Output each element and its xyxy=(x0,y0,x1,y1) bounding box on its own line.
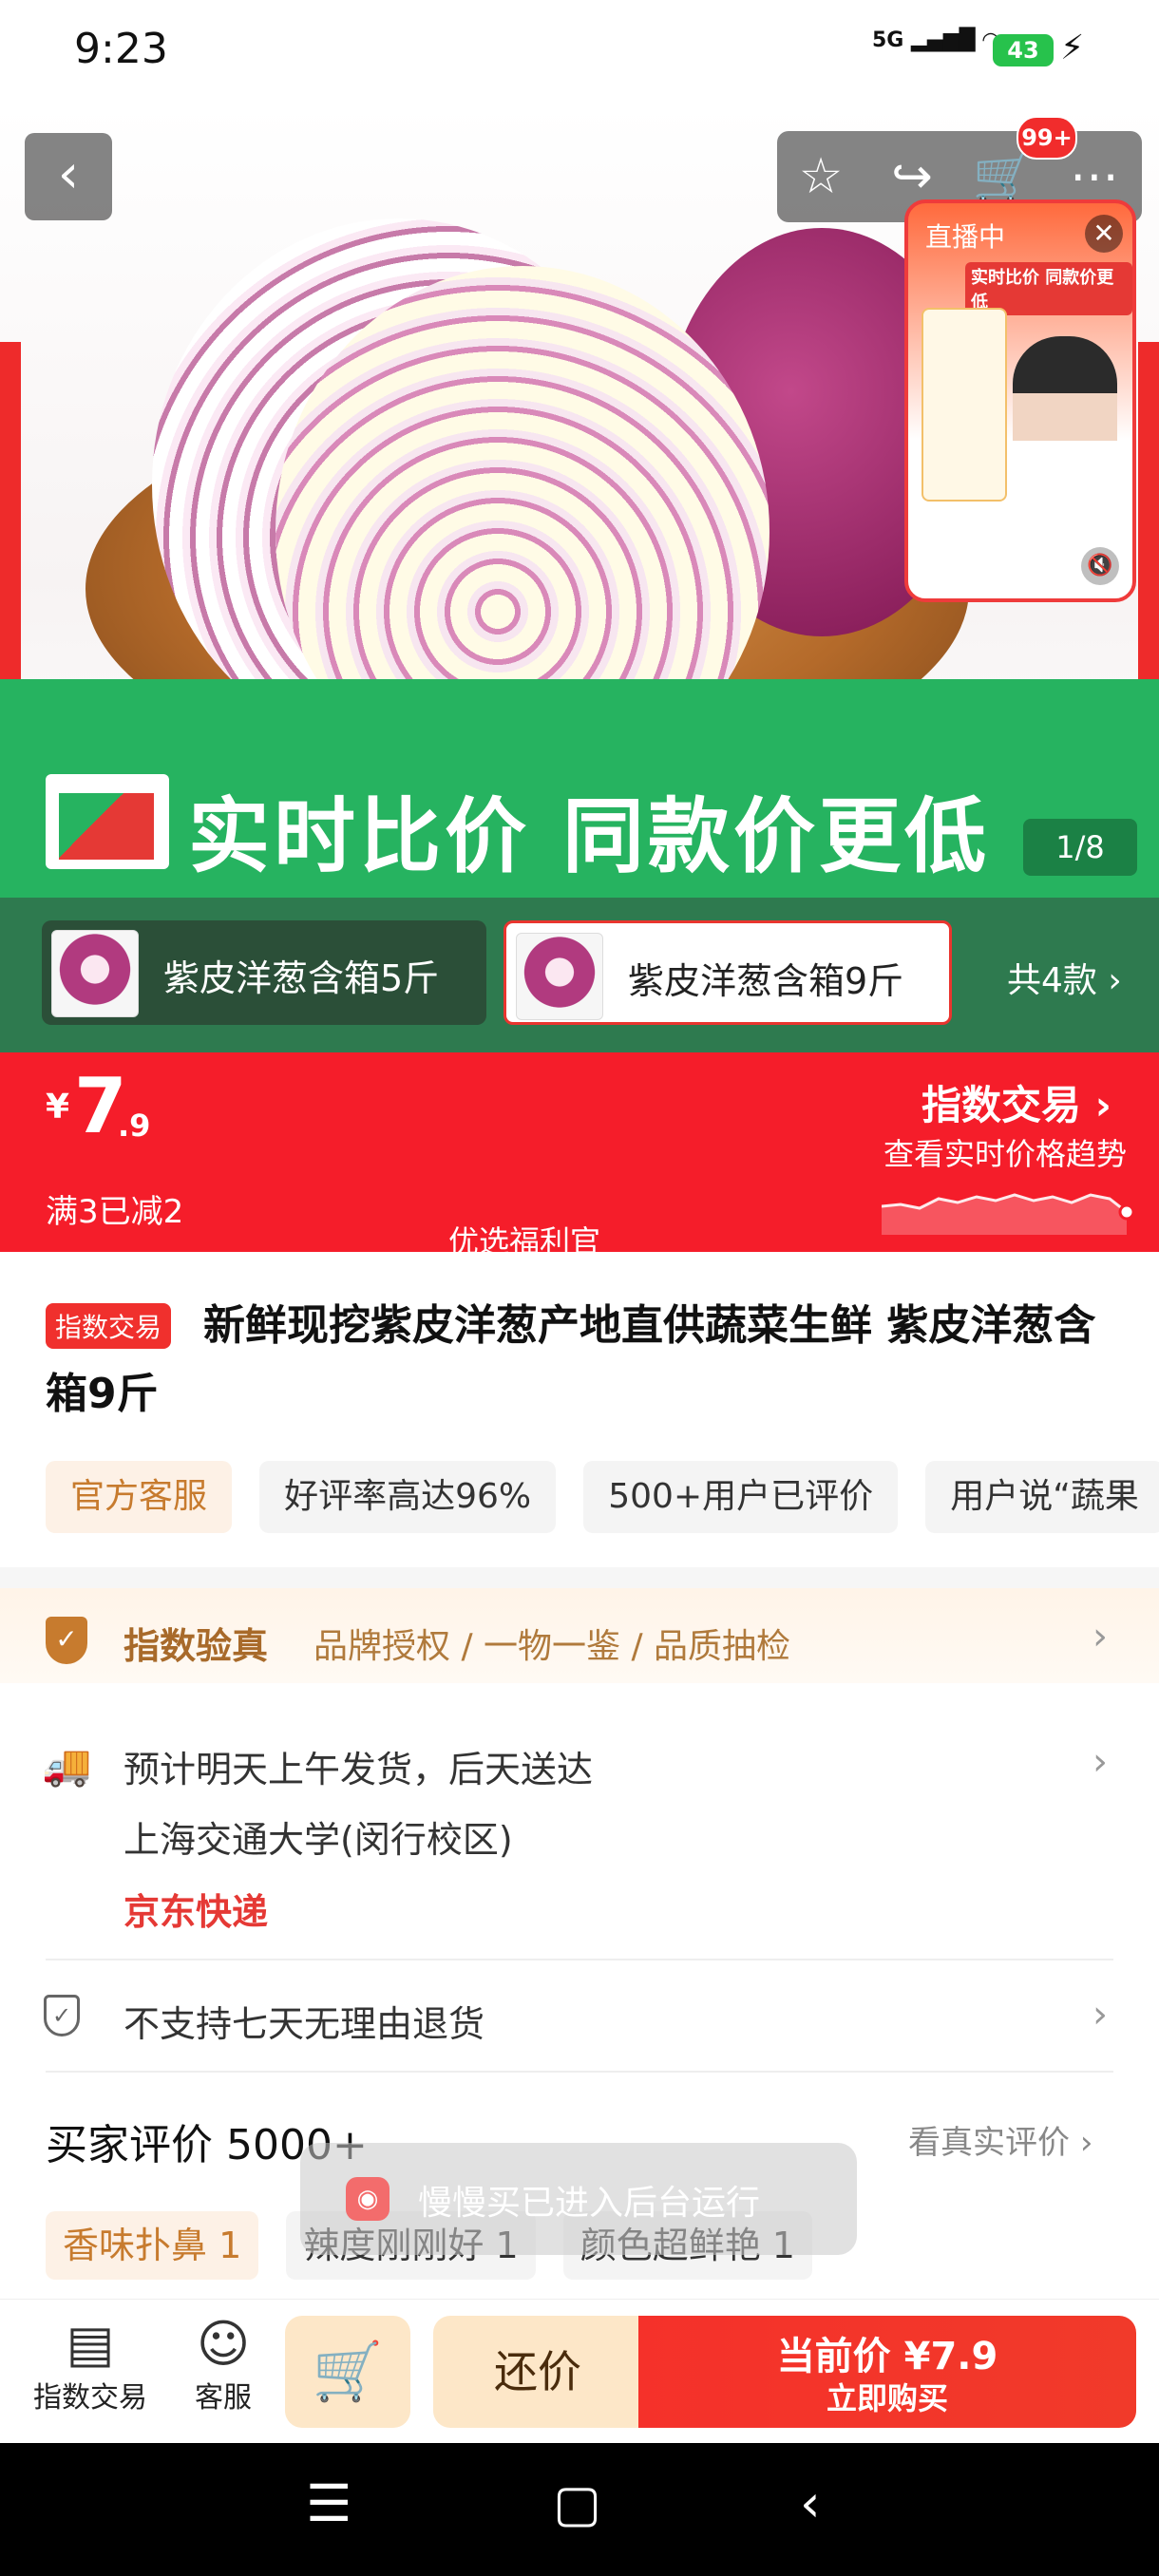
delivery-address[interactable]: 上海交通大学(闵行校区) xyxy=(124,1810,513,1863)
live-stream-window[interactable]: 直播中 ✕ 实时比价 同款价更低 🔇 xyxy=(904,199,1136,602)
more-icon: ⋯ xyxy=(1070,148,1119,205)
variant-thumbnail xyxy=(516,933,603,1020)
more-variants-link[interactable]: 共4款 › xyxy=(1007,953,1122,1002)
chip-rating[interactable]: 好评率高达96% xyxy=(259,1461,557,1533)
customer-service-tab[interactable]: ☺ 客服 xyxy=(171,2314,276,2415)
charging-icon: ⚡ xyxy=(1060,28,1085,67)
section-divider xyxy=(0,1567,1159,1588)
price-currency: ¥ xyxy=(46,1088,70,1127)
cart-badge: 99+ xyxy=(1016,116,1077,160)
price-trend-text: 查看实时价格趋势 xyxy=(884,1136,1128,1172)
divider xyxy=(46,2071,1113,2073)
chip-review-count[interactable]: 500+用户已评价 xyxy=(583,1461,899,1533)
background-toast: ◉ 慢慢买已进入后台运行 xyxy=(300,2143,857,2255)
divider xyxy=(46,1959,1113,1960)
chevron-right-icon: › xyxy=(1094,1082,1112,1128)
image-counter: 1/8 xyxy=(1023,819,1137,876)
close-icon[interactable]: ✕ xyxy=(1085,215,1123,253)
bargain-button[interactable]: 还价 xyxy=(433,2316,642,2428)
star-icon: ☆ xyxy=(798,148,844,205)
back-arrow-icon: ‹ xyxy=(57,143,80,205)
chevron-right-icon: › xyxy=(1079,2124,1093,2162)
index-trade-icon: ▤ xyxy=(66,2314,115,2374)
delivery-estimate[interactable]: 预计明天上午发货，后天送达 xyxy=(124,1740,593,1792)
shield-check-icon: ✓ xyxy=(46,1617,87,1664)
chevron-right-icon: › xyxy=(1092,1740,1108,1784)
brand-logo xyxy=(46,774,169,869)
buy-now-button[interactable]: 当前价 ¥7.9 立即购买 xyxy=(638,2316,1136,2428)
price-trend-sparkline[interactable] xyxy=(882,1178,1138,1235)
service-chips: 官方客服 好评率高达96% 500+用户已评价 用户说“蔬果 xyxy=(46,1461,1159,1533)
coupon-text: 满3已减2 xyxy=(46,1193,184,1231)
chevron-right-icon: › xyxy=(1092,1993,1108,2036)
chevron-right-icon: › xyxy=(1108,961,1122,1000)
battery-icon: 43 xyxy=(993,34,1054,66)
share-icon: ↪ xyxy=(891,148,933,205)
verify-title: 指数验真 xyxy=(124,1625,269,1667)
cart-icon: 🛒 xyxy=(972,148,1035,205)
variant-label: 紫皮洋葱含箱9斤 xyxy=(628,960,904,1002)
price-decimal: .9 xyxy=(118,1108,151,1144)
carrier-name: 京东快递 xyxy=(124,1891,269,1933)
return-policy-icon: ✓ xyxy=(44,1995,80,2036)
promo-text: 实时比价 同款价更低 xyxy=(188,789,990,884)
variant-label: 紫皮洋葱含箱5斤 xyxy=(163,957,440,999)
signal-icon: 5G ▂▄▆█ ◠ xyxy=(872,28,999,52)
home-icon[interactable]: ▢ xyxy=(553,2473,601,2533)
toast-text: 慢慢买已进入后台运行 xyxy=(418,2184,761,2223)
chevron-right-icon: › xyxy=(1092,1615,1108,1658)
buy-label: 立即购买 xyxy=(826,2380,948,2416)
menu-icon[interactable]: ☰ xyxy=(306,2473,352,2533)
app-icon: ◉ xyxy=(346,2177,390,2221)
variant-option[interactable]: 紫皮洋葱含箱5斤 xyxy=(42,920,486,1025)
status-time: 9:23 xyxy=(74,25,168,73)
product-title: 新鲜现挖紫皮洋葱产地直供蔬菜生鲜 紫皮洋葱含箱9斤 xyxy=(46,1301,1096,1418)
review-tag[interactable]: 香味扑鼻 1 xyxy=(46,2211,259,2280)
return-policy-text[interactable]: 不支持七天无理由退货 xyxy=(124,1995,484,2047)
smile-icon: ☺ xyxy=(196,2314,251,2374)
status-bar xyxy=(0,0,1159,104)
favorite-button[interactable]: ☆ xyxy=(777,131,864,222)
add-to-cart-button[interactable]: 🛒 xyxy=(285,2316,410,2428)
variant-thumbnail xyxy=(51,930,139,1017)
variant-option-selected[interactable]: 紫皮洋葱含箱9斤 xyxy=(504,920,952,1025)
buy-price: 当前价 ¥7.9 xyxy=(776,2335,998,2378)
index-trade-label: 指数交易 xyxy=(33,2381,147,2415)
customer-service-label: 客服 xyxy=(195,2381,252,2415)
welfare-label: 优选福利官 xyxy=(448,1223,601,1260)
back-button[interactable]: ‹ xyxy=(25,133,112,220)
cart-plus-icon: 🛒 xyxy=(312,2339,384,2405)
live-promo-card xyxy=(922,308,1007,502)
chip-official-service[interactable]: 官方客服 xyxy=(46,1461,233,1533)
product-tag: 指数交易 xyxy=(46,1303,172,1349)
back-icon[interactable]: ‹ xyxy=(800,2473,821,2533)
index-trade-tab[interactable]: ▤ 指数交易 xyxy=(28,2314,152,2415)
chip-user-says[interactable]: 用户说“蔬果 xyxy=(925,1461,1159,1533)
verify-desc: 品牌授权 / 一物一鉴 / 品质抽检 xyxy=(314,1627,791,1666)
live-label: 直播中 xyxy=(925,221,1006,253)
mute-icon[interactable]: 🔇 xyxy=(1081,547,1119,585)
index-trade-link[interactable]: 指数交易 › xyxy=(922,1073,1112,1131)
view-reviews-link[interactable]: 看真实评价 › xyxy=(908,2116,1092,2163)
variant-strip: 紫皮洋葱含箱5斤 紫皮洋葱含箱9斤 共4款 › xyxy=(0,898,1159,1052)
truck-icon: 🚚 xyxy=(42,1742,92,1789)
live-host xyxy=(1013,336,1117,526)
